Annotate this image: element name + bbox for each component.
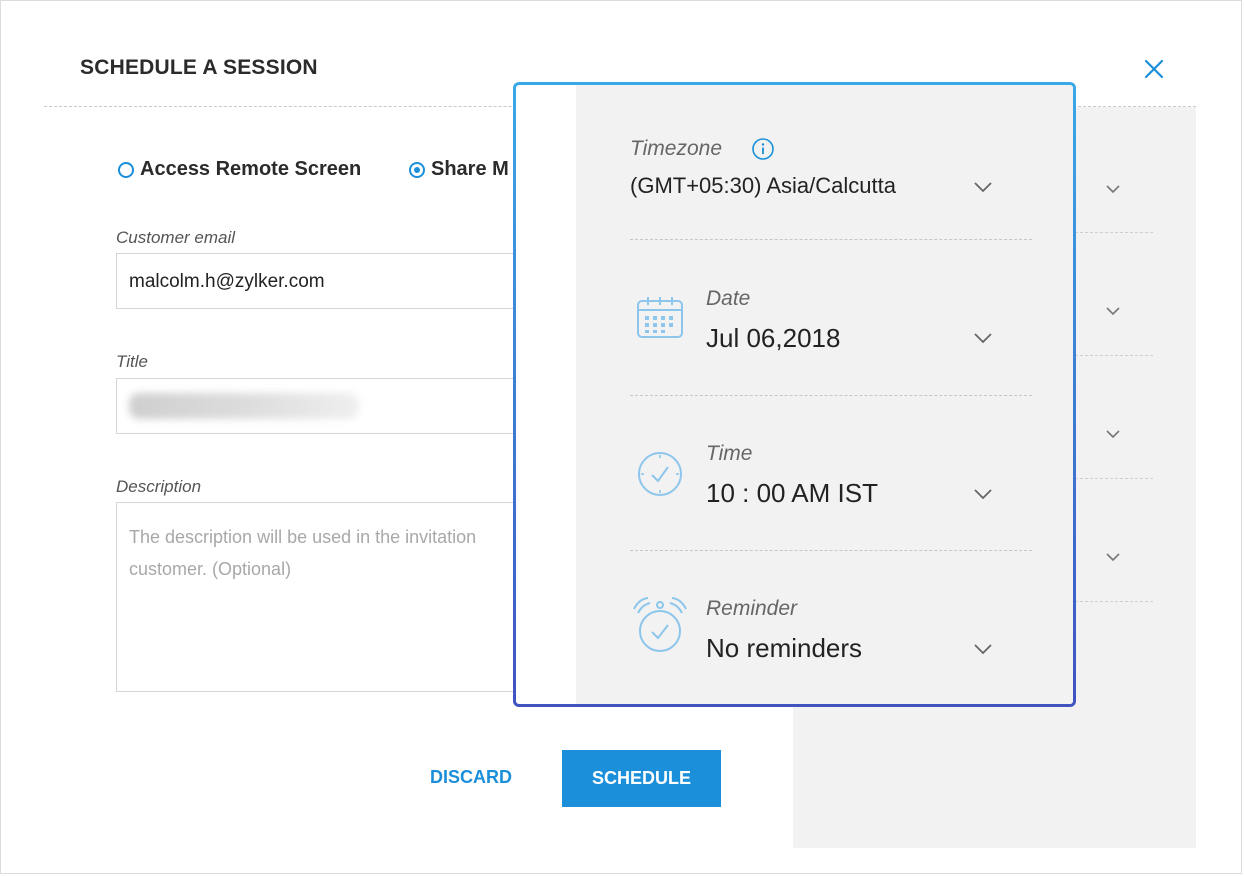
- schedule-popover: Timezone (GMT+05:30) Asia/Calcutta Date …: [513, 82, 1076, 707]
- chevron-down-icon[interactable]: [973, 643, 993, 655]
- popover-divider: [630, 550, 1032, 551]
- panel-divider: [1075, 355, 1153, 356]
- close-icon: [1144, 59, 1164, 79]
- title-field[interactable]: [116, 378, 546, 434]
- date-label: Date: [706, 287, 751, 310]
- radio-label: Access Remote Screen: [140, 158, 362, 180]
- panel-divider: [1075, 601, 1153, 602]
- radio-share-my-screen[interactable]: Share M: [409, 158, 509, 181]
- panel-divider: [1075, 232, 1153, 233]
- description-textarea[interactable]: The description will be used in the invi…: [116, 502, 546, 692]
- info-icon[interactable]: [751, 137, 775, 161]
- chevron-down-icon[interactable]: [1104, 183, 1122, 195]
- radio-access-remote-screen[interactable]: Access Remote Screen: [118, 158, 361, 181]
- popover-divider: [630, 395, 1032, 396]
- email-field[interactable]: malcolm.h@zylker.com: [116, 253, 546, 309]
- schedule-button[interactable]: SCHEDULE: [562, 750, 721, 807]
- radio-button-checked[interactable]: [409, 161, 425, 178]
- title-label: Title: [116, 352, 148, 371]
- dialog-title: SCHEDULE A SESSION: [80, 56, 318, 79]
- chevron-down-icon[interactable]: [1104, 428, 1122, 440]
- email-label: Customer email: [116, 228, 236, 247]
- description-label: Description: [116, 477, 202, 496]
- reminder-value: No reminders: [706, 633, 863, 663]
- timezone-label: Timezone: [630, 137, 723, 160]
- chevron-down-icon[interactable]: [1104, 305, 1122, 317]
- chevron-down-icon[interactable]: [973, 332, 993, 344]
- date-value: Jul 06,2018: [706, 323, 841, 353]
- discard-button[interactable]: DISCARD: [430, 767, 512, 788]
- popover-divider: [630, 239, 1032, 240]
- timezone-value: (GMT+05:30) Asia/Calcutta: [630, 173, 896, 198]
- radio-label: Share M: [431, 158, 509, 180]
- calendar-icon: [637, 297, 683, 338]
- redacted-title-value: [129, 393, 359, 419]
- close-button[interactable]: [1141, 56, 1167, 82]
- clock-icon: [638, 452, 682, 496]
- chevron-down-icon[interactable]: [973, 488, 993, 500]
- chevron-down-icon[interactable]: [973, 181, 993, 193]
- reminder-label: Reminder: [706, 597, 798, 620]
- alarm-clock-icon: [633, 597, 687, 652]
- time-value: 10 : 00 AM IST: [706, 478, 878, 508]
- time-label: Time: [706, 442, 753, 465]
- radio-button[interactable]: [118, 161, 134, 178]
- description-placeholder: The description will be used in the invi…: [129, 527, 477, 579]
- schedule-popover-body: Timezone (GMT+05:30) Asia/Calcutta Date …: [576, 85, 1073, 704]
- panel-divider: [1075, 478, 1153, 479]
- chevron-down-icon[interactable]: [1104, 551, 1122, 563]
- email-value: malcolm.h@zylker.com: [129, 271, 325, 292]
